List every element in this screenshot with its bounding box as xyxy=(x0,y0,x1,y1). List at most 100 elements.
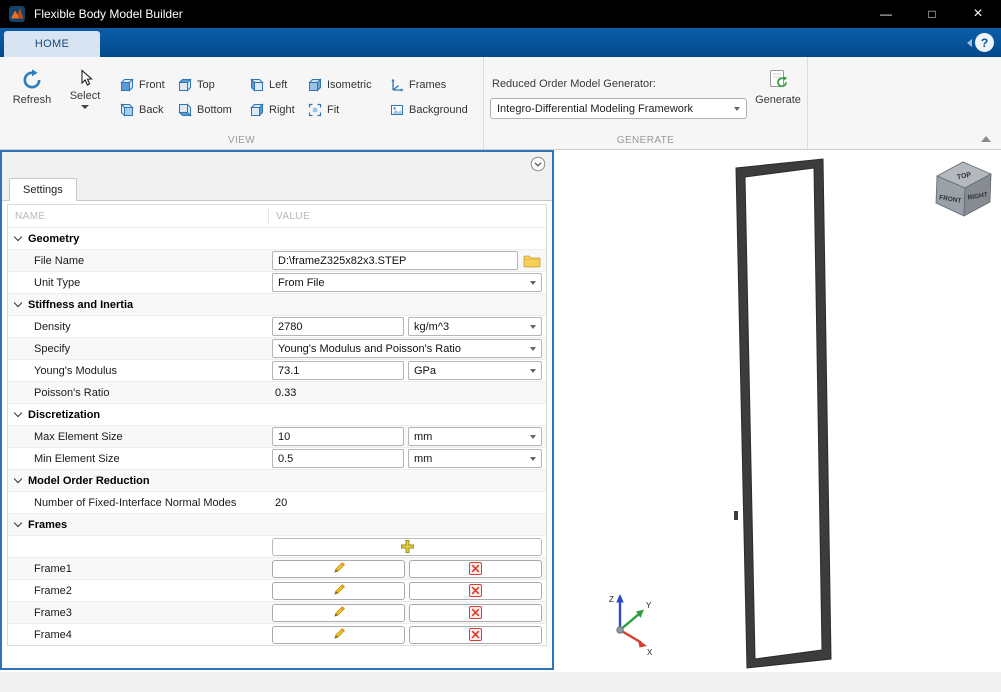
add-frame-button[interactable] xyxy=(272,538,542,556)
section-label: Discretization xyxy=(28,409,100,421)
frame-label: Frame4 xyxy=(34,629,72,641)
unit-type-dropdown[interactable]: From File xyxy=(272,273,542,292)
view-isometric-button[interactable]: Isometric xyxy=(308,77,372,93)
frames-axes-icon xyxy=(390,78,404,92)
delete-frame-button[interactable] xyxy=(409,626,542,644)
ribbon-tab-bar: HOME ? xyxy=(0,28,1001,57)
viewport-3d[interactable]: TOP FRONT RIGHT Z Y X xyxy=(554,150,1001,672)
chevron-down-icon xyxy=(530,347,536,351)
view-background-button[interactable]: Background xyxy=(390,102,468,118)
tab-settings[interactable]: Settings xyxy=(9,178,77,201)
chevron-down-icon xyxy=(530,325,536,329)
browse-folder-button[interactable] xyxy=(522,252,542,270)
youngs-modulus-input[interactable] xyxy=(272,361,404,380)
property-grid: NAME VALUE Geometry File Name xyxy=(7,204,547,646)
min-element-size-input[interactable] xyxy=(272,449,404,468)
section-row-frames[interactable]: Frames xyxy=(8,513,546,535)
chevron-down-icon xyxy=(530,281,536,285)
property-label: Young's Modulus xyxy=(34,365,117,377)
edit-frame-button[interactable] xyxy=(272,604,405,622)
panel-collapse-button[interactable] xyxy=(530,156,546,172)
view-bottom-button[interactable]: Bottom xyxy=(178,102,232,118)
chevron-down-icon xyxy=(530,457,536,461)
titlebar: Flexible Body Model Builder — □ × xyxy=(0,0,1001,28)
add-frame-row xyxy=(8,535,546,557)
view-button-label: Background xyxy=(409,104,468,116)
property-label: Density xyxy=(34,321,71,333)
maximize-button[interactable]: □ xyxy=(909,0,955,28)
axis-y-label: Y xyxy=(646,601,652,610)
view-right-button[interactable]: Right xyxy=(250,102,295,118)
ribbon-collapse-button[interactable] xyxy=(981,136,991,142)
delete-frame-button[interactable] xyxy=(409,582,542,600)
view-left-button[interactable]: Left xyxy=(250,77,287,93)
dropdown-value: kg/m^3 xyxy=(414,321,449,333)
section-row-stiffness[interactable]: Stiffness and Inertia xyxy=(8,293,546,315)
max-element-size-unit-dropdown[interactable]: mm xyxy=(408,427,542,446)
cube-right-icon xyxy=(250,103,264,117)
help-button[interactable]: ? xyxy=(975,33,994,52)
select-button[interactable]: Select xyxy=(62,69,108,109)
generate-button[interactable]: Generate xyxy=(752,69,804,106)
youngs-modulus-unit-dropdown[interactable]: GPa xyxy=(408,361,542,380)
dropdown-value: mm xyxy=(414,453,432,465)
file-name-input[interactable] xyxy=(272,251,518,270)
view-section: Refresh Select Front Top xyxy=(0,57,484,149)
property-row-density: Density kg/m^3 xyxy=(8,315,546,337)
refresh-button[interactable]: Refresh xyxy=(8,69,56,106)
density-input[interactable] xyxy=(272,317,404,336)
section-row-model-order-reduction[interactable]: Model Order Reduction xyxy=(8,469,546,491)
section-row-discretization[interactable]: Discretization xyxy=(8,403,546,425)
collapse-chevron-icon xyxy=(14,299,22,307)
view-button-label: Right xyxy=(269,104,295,116)
rom-generator-dropdown[interactable]: Integro-Differential Modeling Framework xyxy=(490,98,747,119)
specify-dropdown[interactable]: Young's Modulus and Poisson's Ratio xyxy=(272,339,542,358)
tab-home[interactable]: HOME xyxy=(4,31,100,57)
density-unit-dropdown[interactable]: kg/m^3 xyxy=(408,317,542,336)
view-top-button[interactable]: Top xyxy=(178,77,215,93)
section-row-geometry[interactable]: Geometry xyxy=(8,227,546,249)
delete-frame-button[interactable] xyxy=(409,560,542,578)
view-fit-button[interactable]: Fit xyxy=(308,102,339,118)
frame-label: Frame2 xyxy=(34,585,72,597)
view-cube[interactable]: TOP FRONT RIGHT xyxy=(936,162,991,216)
delete-x-icon xyxy=(469,606,482,619)
generate-icon xyxy=(767,69,790,91)
max-element-size-input[interactable] xyxy=(272,427,404,446)
dropdown-value: mm xyxy=(414,431,432,443)
property-row-unit-type: Unit Type From File xyxy=(8,271,546,293)
collapse-chevron-icon xyxy=(14,233,22,241)
close-button[interactable]: × xyxy=(955,0,1001,28)
frame-label: Frame1 xyxy=(34,563,72,575)
minimize-button[interactable]: — xyxy=(863,0,909,28)
window-title: Flexible Body Model Builder xyxy=(34,7,183,21)
view-button-label: Bottom xyxy=(197,104,232,116)
axis-z-label: Z xyxy=(609,595,614,604)
main-content: Settings NAME VALUE Geometry File Name xyxy=(0,150,1001,672)
view-front-button[interactable]: Front xyxy=(120,77,165,93)
view-button-label: Frames xyxy=(409,79,446,91)
edit-frame-button[interactable] xyxy=(272,626,405,644)
grid-header: NAME VALUE xyxy=(8,205,546,227)
section-label: Frames xyxy=(28,519,67,531)
refresh-label: Refresh xyxy=(13,94,52,106)
cube-top-icon xyxy=(178,78,192,92)
delete-frame-button[interactable] xyxy=(409,604,542,622)
property-label: Max Element Size xyxy=(34,431,123,443)
min-element-size-unit-dropdown[interactable]: mm xyxy=(408,449,542,468)
frame-row-frame2: Frame2 xyxy=(8,579,546,601)
view-back-button[interactable]: Back xyxy=(120,102,163,118)
panel-tab-bar: Settings xyxy=(2,177,552,201)
panel-header-strip xyxy=(2,152,552,177)
edit-frame-button[interactable] xyxy=(272,560,405,578)
frame-row-frame3: Frame3 xyxy=(8,601,546,623)
section-label: Stiffness and Inertia xyxy=(28,299,133,311)
view-frames-button[interactable]: Frames xyxy=(390,77,446,93)
delete-x-icon xyxy=(469,628,482,641)
refresh-icon xyxy=(21,69,43,91)
settings-panel: Settings NAME VALUE Geometry File Name xyxy=(0,150,554,670)
rom-generator-label: Reduced Order Model Generator: xyxy=(492,78,656,90)
frame-model[interactable] xyxy=(734,159,831,668)
edit-frame-button[interactable] xyxy=(272,582,405,600)
property-label: Min Element Size xyxy=(34,453,120,465)
